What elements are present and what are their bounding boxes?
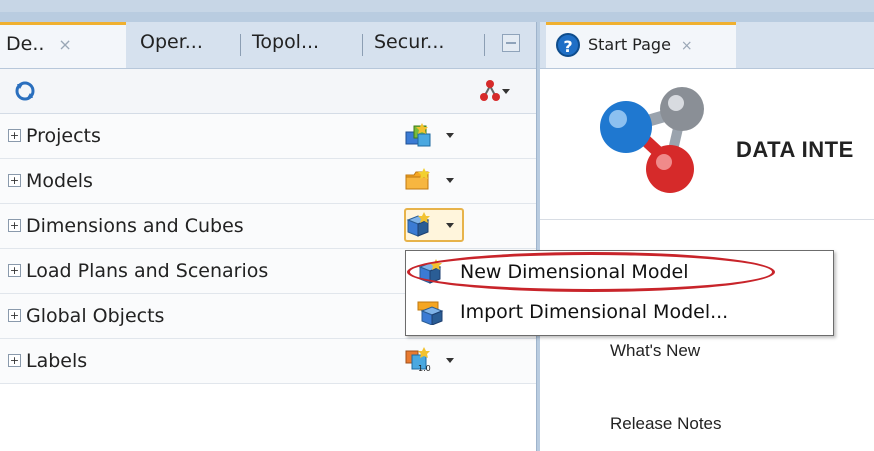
window-top-strip bbox=[0, 0, 874, 12]
expand-icon[interactable]: + bbox=[8, 354, 21, 367]
import-dimensional-model-icon bbox=[417, 301, 444, 325]
tab-designer[interactable]: De.. × bbox=[0, 22, 126, 68]
tab-start-page-label: Start Page bbox=[588, 35, 671, 54]
expand-icon[interactable]: + bbox=[8, 219, 21, 232]
tab-operator-label: Oper... bbox=[140, 31, 203, 53]
svg-text:1.0: 1.0 bbox=[418, 364, 431, 373]
tab-start-page[interactable]: ? Start Page × bbox=[546, 22, 736, 68]
tree-row-projects[interactable]: + Projects bbox=[0, 114, 536, 159]
projects-icon[interactable] bbox=[404, 122, 432, 148]
close-icon[interactable]: × bbox=[681, 38, 693, 54]
tab-divider bbox=[484, 34, 485, 56]
new-dimensional-model-icon bbox=[418, 259, 442, 284]
dimensions-context-menu: New Dimensional Model Import Dimensional… bbox=[405, 250, 834, 336]
tree-row-labels[interactable]: + Labels 1.0 bbox=[0, 339, 536, 384]
refresh-icon[interactable] bbox=[14, 80, 36, 102]
navigator-tab-bar: De.. × Oper... Topol... Secur... bbox=[0, 22, 536, 69]
tab-topology[interactable]: Topol... bbox=[246, 22, 356, 68]
tab-security-label: Secur... bbox=[374, 31, 445, 53]
tree-row-label: Global Objects bbox=[26, 305, 165, 327]
menu-item-import-dimensional-model[interactable]: Import Dimensional Model... bbox=[406, 293, 833, 331]
menu-item-new-dimensional-model[interactable]: New Dimensional Model bbox=[406, 253, 833, 291]
expand-icon[interactable]: + bbox=[8, 174, 21, 187]
product-brand-title: DATA INTE bbox=[736, 137, 854, 162]
expand-icon[interactable]: + bbox=[8, 309, 21, 322]
tab-operator[interactable]: Oper... bbox=[134, 22, 234, 68]
connect-navigator-icon[interactable] bbox=[480, 78, 510, 102]
chevron-down-icon[interactable] bbox=[446, 178, 454, 183]
chevron-down-icon[interactable] bbox=[446, 133, 454, 138]
expand-icon[interactable]: + bbox=[8, 264, 21, 277]
start-page-banner: DATA INTE bbox=[540, 69, 874, 220]
chevron-down-icon[interactable] bbox=[446, 358, 454, 363]
designer-navigator-panel: De.. × Oper... Topol... Secur... + Proje… bbox=[0, 22, 537, 451]
dimensional-model-icon[interactable] bbox=[404, 212, 432, 238]
start-page-panel: ? Start Page × DATA INTE What's New Relea… bbox=[540, 22, 874, 451]
menu-item-label: Import Dimensional Model... bbox=[460, 301, 729, 323]
navigator-toolbar bbox=[0, 69, 536, 114]
tree-row-label: Labels bbox=[26, 350, 88, 372]
models-folder-icon[interactable] bbox=[404, 167, 432, 193]
tree-row-models[interactable]: + Models bbox=[0, 159, 536, 204]
tab-designer-label: De.. bbox=[6, 33, 45, 55]
tree-row-label: Load Plans and Scenarios bbox=[26, 260, 269, 282]
expand-icon[interactable]: + bbox=[8, 129, 21, 142]
tree-row-label: Projects bbox=[26, 125, 101, 147]
tab-divider bbox=[240, 34, 241, 56]
tree-row-label: Models bbox=[26, 170, 93, 192]
whats-new-link[interactable]: What's New bbox=[610, 341, 700, 361]
labels-icon[interactable]: 1.0 bbox=[404, 347, 432, 373]
tab-topology-label: Topol... bbox=[252, 31, 320, 53]
help-icon: ? bbox=[556, 33, 580, 57]
tree-row-label: Dimensions and Cubes bbox=[26, 215, 244, 237]
menu-item-label: New Dimensional Model bbox=[460, 261, 689, 283]
close-icon[interactable]: × bbox=[58, 35, 71, 54]
tab-divider bbox=[362, 34, 363, 56]
chevron-down-icon[interactable] bbox=[446, 223, 454, 228]
tab-security[interactable]: Secur... bbox=[368, 22, 478, 68]
editor-tab-bar: ? Start Page × bbox=[540, 22, 874, 69]
odi-logo-icon bbox=[600, 87, 704, 193]
minimize-icon[interactable] bbox=[502, 34, 520, 52]
tree-row-dimensions-and-cubes[interactable]: + Dimensions and Cubes bbox=[0, 204, 536, 249]
release-notes-link[interactable]: Release Notes bbox=[610, 414, 722, 434]
